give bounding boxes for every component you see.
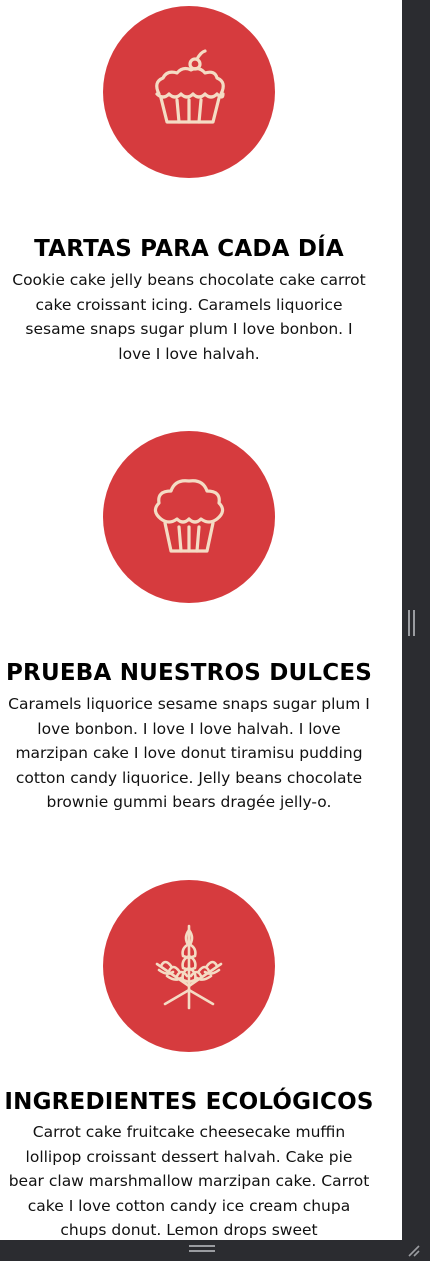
horizontal-drag-handle[interactable] — [189, 1245, 215, 1253]
page-viewport[interactable]: TARTAS PARA CADA DÍA Cookie cake jelly b… — [0, 0, 402, 1240]
feature-3-badge — [103, 880, 275, 1052]
feature-3-title: INGREDIENTES ECOLÓGICOS — [4, 1089, 374, 1115]
vertical-drag-handle[interactable] — [408, 610, 416, 636]
cupcake-icon — [153, 479, 225, 553]
wheat-icon — [155, 924, 223, 1010]
feature-1-description: Cookie cake jelly beans chocolate cake c… — [12, 271, 366, 363]
pie-icon — [155, 49, 225, 124]
resize-grip-icon[interactable] — [405, 1242, 421, 1258]
feature-3-description: Carrot cake fruitcake cheesecake muffin … — [8, 1123, 370, 1239]
feature-1-badge — [103, 6, 275, 178]
feature-2-description: Caramels liquorice sesame snaps sugar pl… — [8, 695, 370, 811]
feature-2-title: PRUEBA NUESTROS DULCES — [6, 660, 372, 686]
horizontal-scrollbar[interactable] — [0, 1240, 430, 1261]
feature-1-title: TARTAS PARA CADA DÍA — [34, 236, 344, 262]
feature-2-badge — [103, 431, 275, 603]
vertical-scrollbar[interactable] — [402, 0, 430, 1240]
